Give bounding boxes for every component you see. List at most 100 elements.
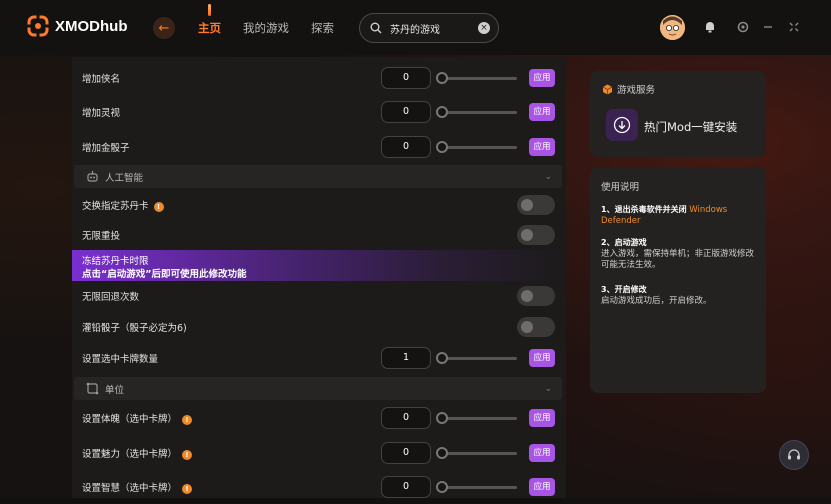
option-label: 增加金骰子 — [82, 143, 130, 154]
slider-handle[interactable] — [436, 72, 448, 84]
section-label: 单位 — [105, 384, 125, 396]
value-input[interactable]: 0 — [381, 101, 431, 123]
apply-button[interactable]: 应用 — [529, 444, 555, 462]
warning-icon: ! — [182, 414, 193, 425]
nav-explore[interactable]: 探索 — [311, 20, 334, 36]
option-label: 设置智慧（选中卡牌）! — [82, 480, 193, 494]
apply-button[interactable]: 应用 — [529, 103, 555, 121]
value-input[interactable]: 0 — [381, 407, 431, 429]
customer-support-button[interactable] — [779, 440, 809, 470]
back-button[interactable]: ← — [153, 17, 175, 39]
arrow-left-icon: ← — [158, 20, 170, 36]
chevron-down-icon: ⌄ — [544, 171, 552, 182]
option-row: 增加金骰子 0 应用 — [72, 130, 566, 164]
value-input[interactable]: 0 — [381, 67, 431, 89]
nav-my-games[interactable]: 我的游戏 — [243, 20, 289, 36]
unit-icon — [86, 382, 99, 395]
value-input[interactable]: 0 — [381, 136, 431, 158]
headset-icon — [788, 449, 800, 460]
usage-guide-card: 使用说明 1、退出杀毒软件并关闭 Windows Defender 2、启动游戏… — [590, 167, 766, 393]
user-avatar[interactable] — [660, 15, 685, 40]
mod-options-panel: 增加侠名 0 应用 增加灵视 0 应用 增加金骰子 0 应用 人工智能 ⌄ 交换… — [72, 57, 566, 498]
toggle-switch[interactable] — [517, 317, 555, 337]
option-row: 灌铅骰子（骰子必定为6) — [72, 310, 566, 344]
install-label[interactable]: 热门Mod一键安装 — [644, 119, 737, 135]
option-label: 设置选中卡牌数量 — [82, 354, 159, 365]
option-label: 灌铅骰子（骰子必定为6) — [82, 323, 187, 334]
slider-track[interactable] — [441, 417, 517, 420]
option-row: 设置魅力（选中卡牌）! 0 应用 — [72, 436, 566, 470]
option-label: 设置体魄（选中卡牌）! — [82, 411, 193, 425]
section-label: 人工智能 — [105, 172, 144, 184]
guide-title: 使用说明 — [601, 182, 640, 193]
option-label: 无限回退次数 — [82, 292, 140, 303]
one-click-install-button[interactable] — [606, 109, 638, 141]
option-label: 交换指定苏丹卡! — [82, 198, 164, 212]
cube-icon — [602, 84, 613, 94]
option-label: 设置魅力（选中卡牌）! — [82, 446, 193, 460]
download-icon — [613, 116, 631, 134]
option-row: 无限重投 — [72, 218, 566, 252]
toggle-switch[interactable] — [517, 195, 555, 215]
search-box[interactable]: × — [359, 13, 499, 43]
option-row: 增加灵视 0 应用 — [72, 95, 566, 129]
slider-handle[interactable] — [436, 106, 448, 118]
notification-icon[interactable] — [703, 20, 717, 34]
slider-track[interactable] — [441, 486, 517, 489]
slider-track[interactable] — [441, 111, 517, 114]
section-header-unit[interactable]: 单位 ⌄ — [74, 377, 562, 400]
slider-handle[interactable] — [436, 141, 448, 153]
minimize-icon[interactable] — [761, 20, 775, 34]
logo[interactable]: XMODhub — [27, 15, 128, 37]
top-bar: XMODhub ← 主页 我的游戏 探索 × — [0, 0, 831, 55]
apply-button[interactable]: 应用 — [529, 138, 555, 156]
search-input[interactable] — [388, 21, 474, 35]
close-icon[interactable] — [787, 20, 801, 34]
main-nav: 主页 我的游戏 探索 — [198, 4, 334, 36]
slider-handle[interactable] — [436, 447, 448, 459]
warning-icon: ! — [182, 483, 193, 494]
section-header-ai[interactable]: 人工智能 ⌄ — [74, 165, 562, 188]
chevron-down-icon: ⌄ — [544, 383, 552, 394]
slider-handle[interactable] — [436, 481, 448, 493]
apply-button[interactable]: 应用 — [529, 409, 555, 427]
option-row: 增加侠名 0 应用 — [72, 61, 566, 95]
service-title: 游戏服务 — [602, 82, 655, 96]
guide-step-1: 1、退出杀毒软件并关闭 Windows Defender — [601, 205, 728, 226]
clear-search-icon[interactable]: × — [478, 22, 490, 34]
settings-icon[interactable] — [736, 20, 750, 34]
warning-icon: ! — [182, 449, 193, 460]
option-row: 设置选中卡牌数量 1 应用 — [72, 341, 566, 375]
option-row: 设置体魄（选中卡牌）! 0 应用 — [72, 401, 566, 435]
toggle-switch[interactable] — [517, 286, 555, 306]
slider-track[interactable] — [441, 357, 517, 360]
value-input[interactable]: 0 — [381, 476, 431, 498]
game-service-card: 游戏服务 热门Mod一键安装 — [590, 71, 766, 157]
tooltip-title: 冻结苏丹卡时限 — [82, 256, 149, 267]
slider-track[interactable] — [441, 77, 517, 80]
value-input[interactable]: 0 — [381, 442, 431, 464]
option-label: 增加侠名 — [82, 74, 121, 85]
logo-text: XMODhub — [55, 17, 128, 35]
slider-track[interactable] — [441, 452, 517, 455]
option-row: 交换指定苏丹卡! — [72, 188, 566, 222]
apply-button[interactable]: 应用 — [529, 349, 555, 367]
slider-handle[interactable] — [436, 412, 448, 424]
nav-home[interactable]: 主页 — [198, 4, 221, 36]
option-row: 无限回退次数 — [72, 279, 566, 313]
robot-icon — [87, 171, 98, 182]
option-row: 设置智慧（选中卡牌）! 0 应用 — [72, 470, 566, 504]
guide-step-3: 3、开启修改 启动游戏成功后，开启修改。 — [601, 285, 712, 306]
option-label: 无限重投 — [82, 231, 121, 242]
option-label: 增加灵视 — [82, 108, 121, 119]
toggle-switch[interactable] — [517, 225, 555, 245]
guide-step-2: 2、启动游戏 进入游戏，需保持单机；非正版游戏修改可能无法生效。 — [601, 238, 755, 270]
warning-icon: ! — [153, 201, 164, 212]
xmod-logo-icon — [27, 15, 49, 37]
slider-track[interactable] — [441, 146, 517, 149]
slider-handle[interactable] — [436, 352, 448, 364]
value-input[interactable]: 1 — [381, 347, 431, 369]
avatar-face-icon — [660, 15, 685, 40]
apply-button[interactable]: 应用 — [529, 69, 555, 87]
apply-button[interactable]: 应用 — [529, 478, 555, 496]
